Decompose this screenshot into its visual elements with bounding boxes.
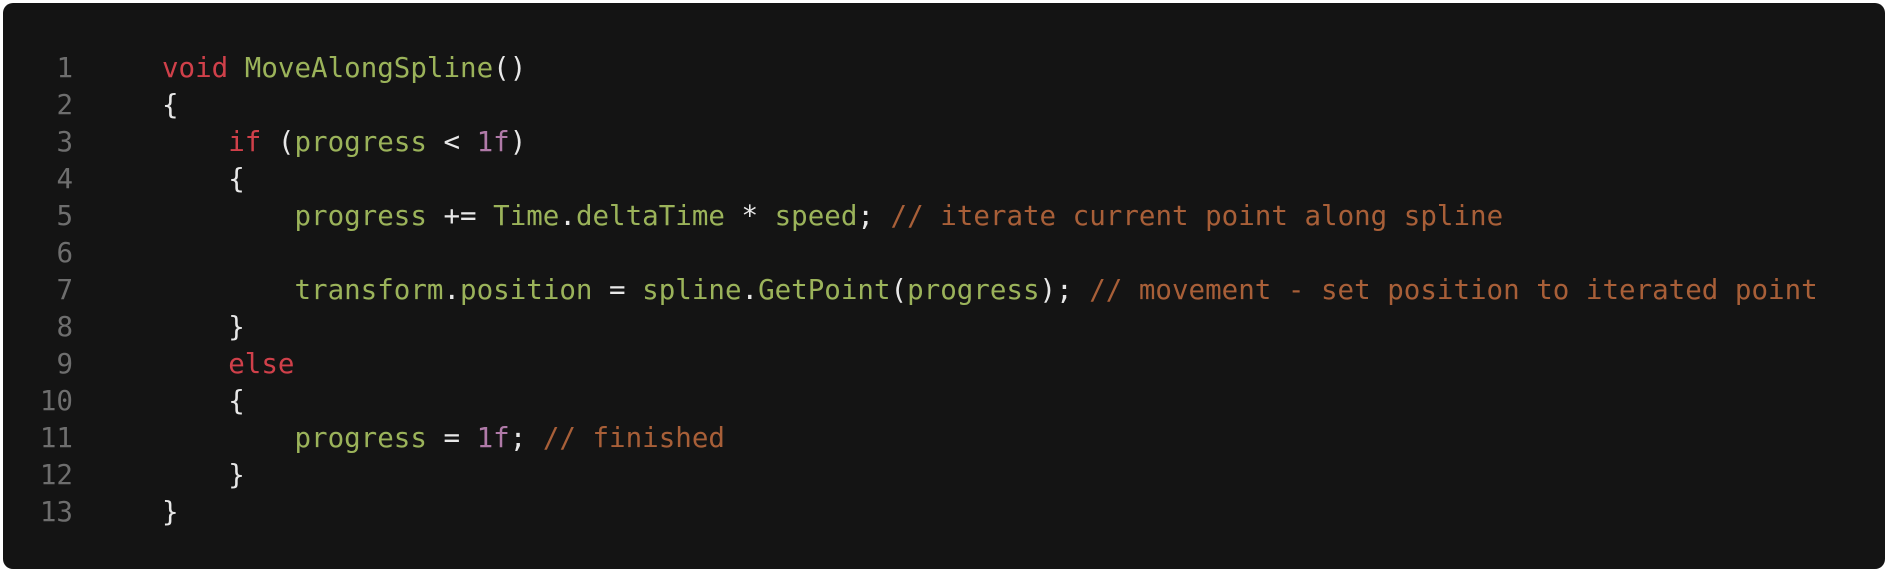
code-token-punctuation: . xyxy=(559,200,576,232)
code-token-identifier: Time xyxy=(493,200,560,232)
code-text: if (progress < 1f) xyxy=(162,124,526,161)
line-number: 9 xyxy=(56,348,73,380)
line-number: 6 xyxy=(56,237,73,269)
code-line: 5 progress += Time.deltaTime * speed; //… xyxy=(3,198,1885,235)
code-token-punctuation: ( xyxy=(890,274,908,306)
code-token-identifier: progress xyxy=(294,200,427,232)
code-token-identifier: transform xyxy=(294,274,444,306)
code-text: { xyxy=(162,383,245,420)
line-number: 8 xyxy=(56,311,73,343)
code-token-number: 1f xyxy=(476,422,510,454)
line-number: 10 xyxy=(39,385,73,417)
code-line: 4 { xyxy=(3,161,1885,198)
code-token-punctuation: * xyxy=(724,200,775,232)
code-token-identifier: GetPoint xyxy=(758,274,891,306)
code-token-identifier: progress xyxy=(294,126,427,158)
code-token-punctuation: } xyxy=(162,496,179,528)
code-token-punctuation: ); xyxy=(1039,274,1090,306)
code-text: } xyxy=(162,494,179,531)
code-token-punctuation: () xyxy=(493,52,527,84)
code-line: 8 } xyxy=(3,309,1885,346)
code-line: 12 } xyxy=(3,457,1885,494)
code-token-keyword: else xyxy=(228,348,295,380)
code-token-comment: // movement - set position to iterated p… xyxy=(1089,274,1818,306)
code-text: { xyxy=(162,87,179,124)
code-token-keyword: if xyxy=(228,126,262,158)
line-number: 1 xyxy=(56,52,73,84)
code-text: transform.position = spline.GetPoint(pro… xyxy=(162,272,1818,309)
code-token-punctuation xyxy=(162,348,228,380)
code-token-identifier: progress xyxy=(907,274,1040,306)
code-token-number: 1f xyxy=(476,126,510,158)
code-token-identifier: position xyxy=(460,274,593,306)
code-token-punctuation: . xyxy=(443,274,461,306)
code-text: } xyxy=(162,457,245,494)
line-number: 2 xyxy=(56,89,73,121)
code-area[interactable]: 1 void MoveAlongSpline() 2{3 if (progress … xyxy=(3,50,1885,531)
code-token-punctuation xyxy=(162,422,294,454)
code-text: void MoveAlongSpline() xyxy=(162,50,526,87)
code-line: 10 { xyxy=(3,383,1885,420)
code-token-punctuation: . xyxy=(741,274,759,306)
code-line: 1 void MoveAlongSpline() xyxy=(3,50,1885,87)
code-token-punctuation xyxy=(162,126,228,158)
code-token-punctuation: = xyxy=(426,422,477,454)
code-token-identifier: deltaTime xyxy=(575,200,725,232)
code-token-punctuation: += xyxy=(426,200,494,232)
code-token-punctuation: { xyxy=(162,163,245,195)
code-line: 3 if (progress < 1f) xyxy=(3,124,1885,161)
code-token-punctuation xyxy=(162,274,294,306)
line-number: 3 xyxy=(56,126,73,158)
code-token-punctuation: ( xyxy=(261,126,295,158)
code-token-punctuation: { xyxy=(162,89,179,121)
code-token-punctuation: = xyxy=(592,274,643,306)
line-number: 5 xyxy=(56,200,73,232)
code-line: 2{ xyxy=(3,87,1885,124)
code-token-identifier: progress xyxy=(294,422,427,454)
code-token-identifier: MoveAlongSpline xyxy=(244,52,494,84)
code-token-punctuation: ; xyxy=(857,200,891,232)
line-number: 13 xyxy=(39,496,73,528)
code-text: progress += Time.deltaTime * speed; // i… xyxy=(162,198,1503,235)
code-token-punctuation xyxy=(162,200,294,232)
code-text: { xyxy=(162,161,245,198)
line-number: 12 xyxy=(39,459,73,491)
code-token-punctuation: } xyxy=(162,459,245,491)
line-number: 11 xyxy=(39,422,73,454)
code-line: 9 else xyxy=(3,346,1885,383)
line-number: 7 xyxy=(56,274,73,306)
line-number: 4 xyxy=(56,163,73,195)
code-token-punctuation xyxy=(228,52,245,84)
code-token-comment: // finished xyxy=(542,422,725,454)
code-block: 1 void MoveAlongSpline() 2{3 if (progress … xyxy=(3,3,1885,569)
code-line: 7 transform.position = spline.GetPoint(p… xyxy=(3,272,1885,309)
code-token-identifier: speed xyxy=(774,200,858,232)
code-line: 6 xyxy=(3,235,1885,272)
code-line: 13} xyxy=(3,494,1885,531)
code-text: else xyxy=(162,346,294,383)
code-token-identifier: spline xyxy=(642,274,742,306)
code-text: } xyxy=(162,309,245,346)
code-token-comment: // iterate current point along spline xyxy=(890,200,1504,232)
code-token-punctuation: } xyxy=(162,311,245,343)
code-token-punctuation: < xyxy=(426,126,477,158)
code-token-keyword: void xyxy=(162,52,229,84)
code-text: progress = 1f; // finished xyxy=(162,420,725,457)
code-line: 11 progress = 1f; // finished xyxy=(3,420,1885,457)
code-token-punctuation: { xyxy=(162,385,245,417)
code-token-punctuation: ; xyxy=(509,422,543,454)
code-token-punctuation: ) xyxy=(509,126,527,158)
